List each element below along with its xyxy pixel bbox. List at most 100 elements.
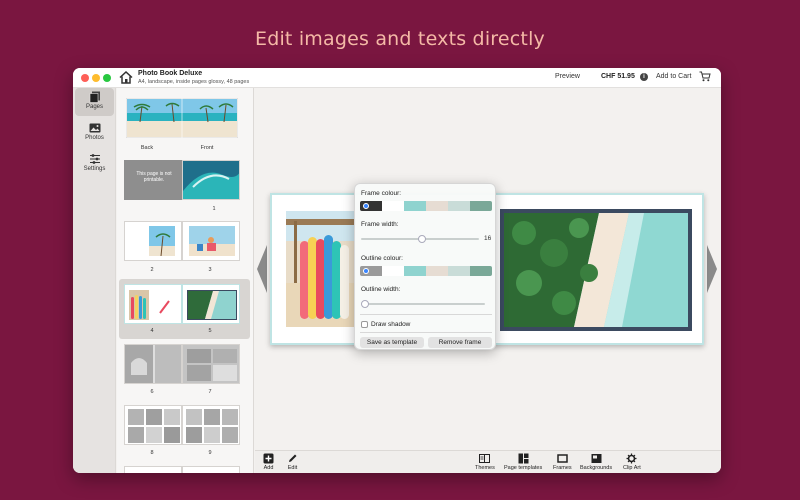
remove-frame-button[interactable]: Remove frame [428, 337, 492, 348]
page-label: 8 [150, 450, 154, 456]
not-printable-page: This page is not printable. [124, 160, 182, 200]
cart-icon[interactable] [699, 71, 711, 82]
page-label: 7 [208, 389, 212, 395]
backgrounds-icon [591, 454, 602, 463]
outline-colour-swatches[interactable] [360, 266, 492, 276]
page-2-thumbnail [124, 221, 182, 261]
sidebar-item-pages[interactable]: Pages [75, 88, 114, 116]
sidebar-item-label: Settings [83, 166, 106, 172]
preview-button[interactable]: Preview [555, 73, 580, 80]
frames-icon [557, 454, 568, 463]
surfboards-photo[interactable] [286, 211, 356, 327]
outline-swatch[interactable] [382, 266, 404, 276]
settings-icon [89, 154, 100, 164]
product-title: Photo Book Deluxe [138, 70, 203, 77]
close-window-button[interactable] [81, 74, 89, 82]
edit-button[interactable]: Edit [287, 453, 298, 471]
photos-icon [89, 123, 100, 133]
frame-swatch[interactable] [448, 201, 470, 211]
draw-shadow-label: Draw shadow [371, 321, 411, 328]
page-label: 5 [208, 328, 212, 334]
outline-width-label: Outline width: [361, 286, 401, 293]
page-label: 1 [212, 206, 216, 212]
page-label: 6 [150, 389, 154, 395]
outline-swatch[interactable] [360, 266, 382, 276]
outline-swatch[interactable] [426, 266, 448, 276]
app-window: Photo Book Deluxe A4, landscape, inside … [73, 68, 721, 473]
sidebar-item-label: Photos [85, 135, 104, 141]
frame-width-slider[interactable] [361, 235, 479, 243]
page-label: 3 [208, 267, 212, 273]
frame-settings-popover[interactable]: Frame colour: Frame width: 16 Outline co… [354, 183, 496, 350]
page-6-thumbnail [124, 344, 182, 384]
page-thumbnails-panel[interactable]: Back Front This page is not printable. 1 [117, 88, 254, 473]
page-7-thumbnail [182, 344, 240, 384]
product-subtitle: A4, landscape, inside pages glossy, 48 p… [138, 79, 250, 85]
divider [360, 332, 492, 333]
framed-photo[interactable] [500, 209, 692, 331]
save-as-template-button[interactable]: Save as template [360, 337, 424, 348]
backgrounds-label: Backgrounds [580, 465, 613, 471]
frame-width-label: Frame width: [361, 221, 399, 228]
frame-swatch[interactable] [382, 201, 404, 211]
home-icon[interactable] [119, 71, 133, 84]
frame-swatch[interactable] [470, 201, 492, 211]
minimize-window-button[interactable] [92, 74, 100, 82]
outline-width-slider-knob[interactable] [361, 300, 369, 308]
outline-swatch[interactable] [470, 266, 492, 276]
headline: Edit images and texts directly [254, 28, 546, 50]
front-cover-label: Front [200, 145, 214, 151]
outline-colour-label: Outline colour: [361, 255, 403, 262]
page-templates-button[interactable]: Page templates [504, 453, 542, 471]
cover-spread[interactable] [125, 97, 239, 143]
frame-swatch[interactable] [360, 201, 382, 211]
outline-width-slider[interactable] [361, 300, 485, 308]
page-templates-label: Page templates [504, 465, 543, 471]
clip-art-button[interactable]: Clip Art [623, 453, 641, 471]
page-11-thumbnail [182, 466, 240, 473]
frame-swatch[interactable] [404, 201, 426, 211]
frame-swatch[interactable] [426, 201, 448, 211]
previous-spread-arrow-icon[interactable] [257, 245, 267, 293]
wave-photo [182, 160, 240, 200]
pages-icon [89, 91, 100, 103]
clip-art-label: Clip Art [623, 465, 641, 471]
bottom-toolbar: Add Edit Themes Page templates Frames Ba… [255, 450, 721, 473]
pencil-icon [289, 454, 297, 462]
frame-width-value: 16 [484, 235, 492, 242]
beach-aerial-photo[interactable] [504, 213, 688, 327]
page-10-thumbnail [124, 466, 182, 473]
frames-label: Frames [553, 465, 572, 471]
sidebar-item-settings[interactable]: Settings [75, 150, 114, 178]
title-bar: Photo Book Deluxe A4, landscape, inside … [73, 68, 721, 88]
page-label: 4 [150, 328, 154, 334]
outline-swatch[interactable] [448, 266, 470, 276]
page-9-thumbnail [182, 405, 240, 445]
frame-colour-swatches[interactable] [360, 201, 492, 211]
add-icon [263, 453, 274, 464]
outline-swatch[interactable] [404, 266, 426, 276]
sidebar-item-photos[interactable]: Photos [75, 119, 114, 147]
add-to-cart-button[interactable]: Add to Cart [656, 73, 691, 80]
add-label: Add [263, 465, 274, 471]
themes-icon [479, 454, 491, 463]
selected-indicator-icon [363, 268, 369, 274]
themes-button[interactable]: Themes [475, 453, 495, 471]
page-4-thumbnail [124, 284, 182, 324]
page-label: 9 [208, 450, 212, 456]
frame-colour-label: Frame colour: [361, 190, 402, 197]
cover-thumbnail-image [125, 97, 239, 139]
draw-shadow-checkbox[interactable] [361, 321, 368, 328]
themes-label: Themes [475, 465, 495, 471]
info-icon[interactable]: i [640, 73, 648, 81]
frames-button[interactable]: Frames [553, 453, 572, 471]
page-5-thumbnail [182, 284, 240, 324]
add-button[interactable]: Add [263, 453, 274, 471]
zoom-window-button[interactable] [103, 74, 111, 82]
clip-art-icon [626, 453, 637, 464]
backgrounds-button[interactable]: Backgrounds [580, 453, 612, 471]
back-cover-label: Back [140, 145, 154, 151]
next-spread-arrow-icon[interactable] [707, 245, 717, 293]
page-label: 2 [150, 267, 154, 273]
frame-width-slider-knob[interactable] [418, 235, 427, 243]
